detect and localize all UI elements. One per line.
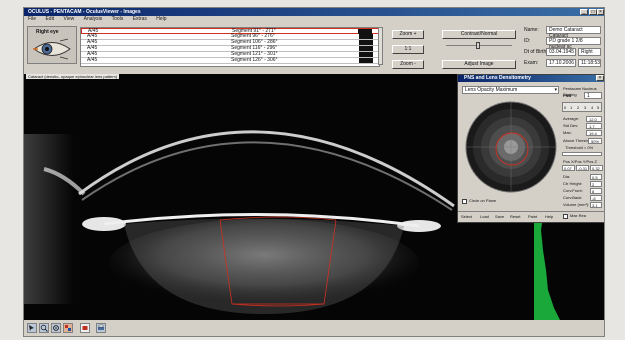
arrow-icon[interactable] [27,323,37,333]
pos-y-field[interactable]: -0.31 [576,165,589,171]
patient-id-label: ID: [524,38,531,44]
contrast-slider-thumb[interactable] [476,42,480,49]
pns-bottom-bar: Select Load Save Reset Paint Help Max Re… [458,211,604,222]
bottom-toolbar [24,320,604,336]
param-value[interactable]: 0.5 [590,174,602,180]
exam-time-field[interactable]: 11:18:53 [578,59,601,67]
top-toolbar: Right eye A/45 Segment 91° - 271° A/45 S… [24,22,604,74]
above-thresh-value[interactable]: 50% [588,138,602,144]
param-value[interactable]: -6 [590,195,602,201]
zoom-in-button[interactable]: Zoom + [392,30,424,39]
param-label: Curv.Back: [563,195,583,200]
stat-value[interactable]: 1.7 [586,123,602,129]
minimize-button[interactable]: _ [580,9,588,15]
export-icon[interactable] [80,323,90,333]
threshold-label: Threshold = 0% [565,145,594,150]
patient-id-field[interactable]: PD grade 1 2/8 nuclear sc [546,37,601,50]
app-title: OCULUS - PENTACAM - OculusViewer - Image… [28,9,141,15]
reset-button[interactable]: Reset [510,214,520,220]
grade-label: 3 [584,105,587,110]
param-value[interactable]: 8 [590,188,602,194]
lens-opacity-dropdown[interactable]: Lens Opacity Maximum ▾ [462,86,559,94]
title-bar: OCULUS - PENTACAM - OculusViewer - Image… [24,8,604,16]
grade-label: 2 [577,105,580,110]
stat-label: Max: [563,130,572,135]
patient-name-label: Name: [524,27,539,33]
exam-label: Exam: [524,60,539,66]
print-icon[interactable] [96,323,106,333]
patient-name-field[interactable]: Demo Cataract Cataract [546,26,601,39]
segment-scrollbar[interactable] [378,27,383,65]
segment-swatch [359,46,373,51]
pns-map[interactable] [463,99,559,195]
param-label: Curv.Front: [563,188,583,193]
grade-label: 5 [597,105,600,110]
pos-x-field[interactable]: 0.07 [562,165,575,171]
select-button[interactable]: Select [461,214,472,220]
stat-value[interactable]: 19.4 [586,130,602,136]
threshold-slider[interactable] [562,152,602,156]
dropdown-value: Lens Opacity Maximum [465,87,518,93]
chevron-down-icon: ▾ [554,87,557,93]
load-button[interactable]: Load [480,214,489,220]
above-thresh-label: Above Thresh.: [563,138,591,143]
app-window: OCULUS - PENTACAM - OculusViewer - Image… [23,7,605,337]
zoom-out-button[interactable]: Zoom - [392,60,424,69]
maximize-button[interactable]: □ [589,9,597,15]
dob-label: Dt of Birth: [524,49,548,55]
max-rea-label: Max Rea [570,213,587,218]
param-value[interactable]: 3.1 [590,202,602,208]
max-rea-checkbox[interactable] [563,214,568,219]
segment-swatch [359,52,373,57]
exam-date-field[interactable]: 17.10.2006 [546,59,576,67]
adjust-image-button[interactable]: Adjust Image [442,60,516,69]
eye-icon [33,38,71,60]
settings-icon[interactable] [51,323,61,333]
grade-label: 1 [570,105,573,110]
pns-value-field[interactable]: 1 [584,92,602,99]
circle-on-plane-label: Circle on Plane [469,198,497,203]
segment-swatch [359,34,373,39]
param-label: Dia: [563,174,571,179]
pos-z-field[interactable]: 0.32 [590,165,603,171]
segment-list[interactable]: A/45 Segment 91° - 271° A/45 Segment 96°… [80,27,380,67]
eye-label: Right eye [36,29,59,35]
eye-selector[interactable]: Right eye [27,26,77,64]
pns-close-button[interactable]: × [596,75,604,81]
param-value[interactable]: 2 [590,181,602,187]
zoom-reset-button[interactable]: 1:1 [392,45,424,54]
grade-label: 4 [591,105,594,110]
segment-row[interactable]: A/45 Segment 126° - 306° [81,58,379,64]
paint-button[interactable]: Paint [528,214,537,220]
help-button[interactable]: Help [545,214,553,220]
segment-swatch [359,58,373,63]
zoom-icon[interactable] [39,323,49,333]
param-label: Volume (mm³): [563,202,590,207]
param-label: Ctr Height: [563,181,583,186]
eye-side-field[interactable]: Right [578,48,601,56]
pns-sub-label: PNS [563,93,572,98]
circle-on-plane-checkbox[interactable] [462,199,467,204]
pns-window-title: PNS and Lens Densitometry [458,75,604,82]
segment-swatch [359,40,373,45]
pns-densitometry-window[interactable]: PNS and Lens Densitometry × Lens Opacity… [457,74,604,223]
stat-value[interactable]: 12.0 [586,116,602,122]
stat-label: Std Dev: [563,123,579,128]
save-button[interactable]: Save [495,214,504,220]
color-icon[interactable] [63,323,73,333]
stat-label: Average: [563,116,579,121]
dob-field[interactable]: 03.04.1945 [546,48,576,56]
pns-grade-scale: 0 1 2 3 4 5 [562,102,602,112]
segment-axis: A/45 [87,57,98,63]
contrast-button[interactable]: Contrast/Normal [442,30,516,39]
segment-label: Segment 126° - 306° [231,57,278,63]
grade-label: 0 [564,105,567,110]
close-button[interactable]: × [597,9,604,15]
